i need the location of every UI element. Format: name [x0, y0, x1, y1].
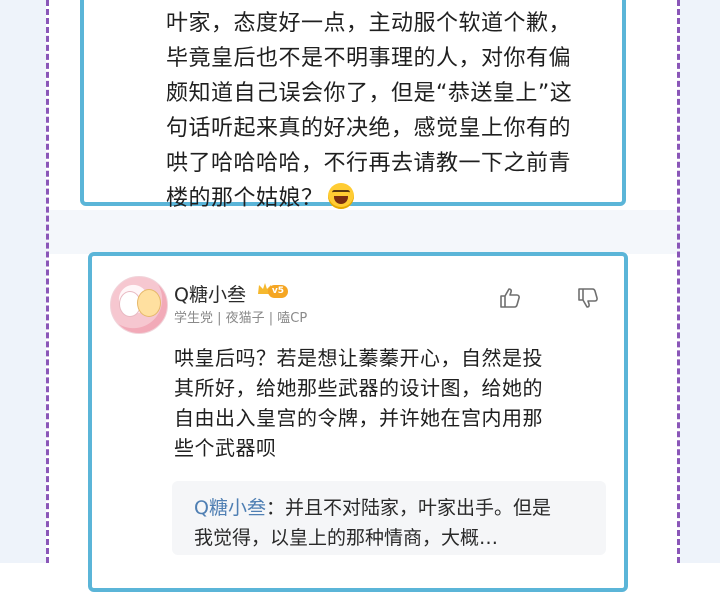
- comment-body: 哄皇后吗？若是想让蓁蓁开心，自然是投 其所好，给她那些武器的设计图，给她的 自由…: [174, 343, 614, 463]
- user-tags: 学生党 | 夜猫子 | 嗑CP: [174, 311, 308, 326]
- reply-line-1: Q糖小叁：并且不对陆家，叶家出手。但是: [194, 493, 594, 523]
- level-badge: v5: [268, 285, 288, 298]
- comment-line: 其所好，给她那些武器的设计图，给她的: [174, 376, 543, 400]
- avatar-figure-right: [137, 289, 161, 317]
- background-right: [680, 0, 720, 563]
- post-line: 毕竟皇后也不是不明事理的人，对你有偏: [166, 46, 572, 71]
- post-line: 楼的那个姑娘？: [166, 186, 324, 211]
- post-line: 叶家，态度好一点，主动服个软道个歉，: [166, 11, 572, 36]
- thumbs-down-icon[interactable]: [576, 286, 600, 310]
- background-gap: [46, 210, 680, 254]
- post-line: 句话听起来真的好决绝，感觉皇上你有的: [166, 116, 572, 141]
- post-line: 颇知道自己误会你了，但是“恭送皇上”这: [166, 81, 573, 106]
- post-text: 叶家，态度好一点，主动服个软道个歉， 毕竟皇后也不是不明事理的人，对你有偏 颇知…: [166, 6, 626, 216]
- post-line-last: 楼的那个姑娘？: [166, 181, 626, 216]
- left-dashed-line: [46, 0, 49, 563]
- comment-line: 哄皇后吗？若是想让蓁蓁开心，自然是投: [174, 346, 543, 370]
- background-left: [0, 0, 46, 563]
- reply-separator: ：: [265, 497, 285, 519]
- reply-content-2: 我觉得，以皇上的那种情商，大概…: [194, 527, 499, 549]
- avatar[interactable]: [110, 276, 168, 334]
- reply-content-1: 并且不对陆家，叶家出手。但是: [284, 497, 551, 519]
- thumbs-up-icon[interactable]: [498, 286, 522, 310]
- comment-line: 些个武器呗: [174, 436, 277, 460]
- comment-username[interactable]: Q糖小叁: [174, 280, 246, 307]
- reply-box[interactable]: Q糖小叁：并且不对陆家，叶家出手。但是 我觉得，以皇上的那种情商，大概…: [172, 481, 606, 555]
- comment-line: 自由出入皇宫的令牌，并许她在宫内用那: [174, 406, 543, 430]
- post-line: 哄了哈哈哈哈，不行再去请教一下之前青: [166, 151, 572, 176]
- reply-author[interactable]: Q糖小叁: [194, 497, 266, 519]
- right-dashed-line: [677, 0, 680, 563]
- reply-text: Q糖小叁：并且不对陆家，叶家出手。但是 我觉得，以皇上的那种情商，大概…: [194, 493, 594, 553]
- laughing-emoji-icon: [327, 183, 354, 209]
